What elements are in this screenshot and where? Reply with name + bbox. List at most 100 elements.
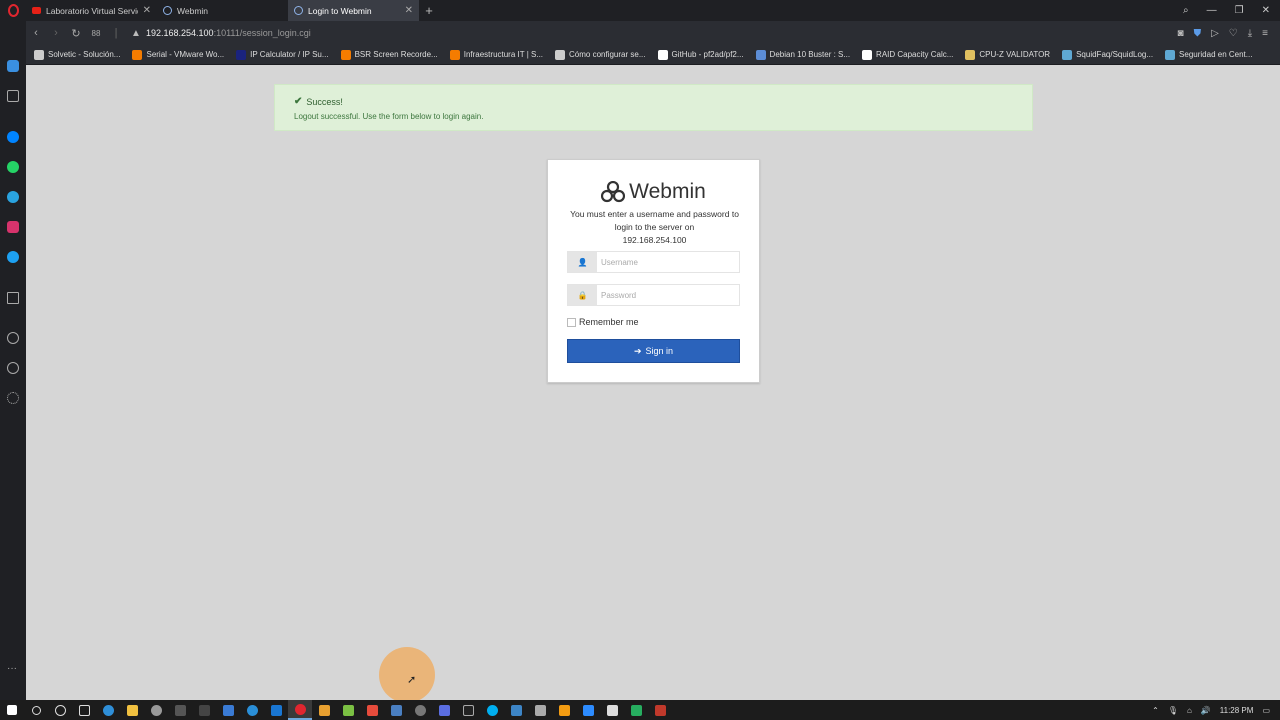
network-icon[interactable]: ⌂ (1187, 706, 1192, 715)
outlook-icon[interactable] (264, 700, 288, 720)
search-icon[interactable] (24, 700, 48, 720)
app-icon[interactable] (240, 700, 264, 720)
bookmark-item[interactable]: BSR Screen Recorde... (340, 49, 438, 60)
minimize-icon[interactable]: — (1207, 5, 1217, 16)
bookmark-item[interactable]: Cómo configurar se... (555, 49, 646, 60)
username-input[interactable] (597, 252, 739, 272)
tab-webmin[interactable]: Webmin (157, 0, 288, 21)
bookmark-favicon-icon (755, 49, 766, 60)
back-icon[interactable]: ‹ (26, 27, 46, 39)
start-icon[interactable] (0, 700, 24, 720)
tab-laboratorio[interactable]: Laboratorio Virtual Servidor ✕ (26, 0, 157, 21)
password-input[interactable] (597, 285, 739, 305)
forward-icon[interactable]: › (46, 27, 66, 39)
app-icon[interactable] (624, 700, 648, 720)
opera-taskbar-icon[interactable] (288, 700, 312, 720)
whatsapp-icon[interactable] (7, 161, 19, 173)
bookmark-favicon-icon (555, 49, 566, 60)
app-icon[interactable] (648, 700, 672, 720)
twitter-icon[interactable] (7, 251, 19, 263)
microphone-icon[interactable]: 🎙 (1168, 706, 1178, 715)
app-icon[interactable] (528, 700, 552, 720)
bookmark-label: Infraestructura IT | S... (463, 50, 544, 59)
app-icon[interactable] (312, 700, 336, 720)
bookmark-item[interactable]: GitHub - pf2ad/pf2... (657, 49, 744, 60)
bookmark-favicon-icon (340, 49, 351, 60)
menu-icon[interactable]: ≡ (1262, 28, 1268, 39)
task-view-icon[interactable] (72, 700, 96, 720)
app-icon[interactable] (600, 700, 624, 720)
close-tab-icon[interactable]: ✕ (143, 5, 151, 16)
store-icon[interactable] (192, 700, 216, 720)
app-icon[interactable] (360, 700, 384, 720)
clock[interactable]: 11:28 PM (1220, 706, 1254, 715)
reload-icon[interactable]: ↻ (66, 27, 86, 40)
sign-in-button[interactable]: ➔ Sign in (567, 339, 740, 363)
chevron-up-icon[interactable]: ⌃ (1152, 706, 1159, 715)
notifications-icon[interactable]: ▭ (1262, 706, 1270, 715)
bookmarks-icon[interactable] (7, 90, 19, 102)
send-icon[interactable] (7, 292, 19, 304)
app-icon[interactable] (408, 700, 432, 720)
telegram-icon[interactable] (7, 191, 19, 203)
heart-icon[interactable] (7, 332, 19, 344)
history-icon[interactable] (7, 362, 19, 374)
url-path: :10111/session_login.cgi (213, 28, 311, 38)
heart-icon[interactable]: ♡ (1229, 28, 1238, 39)
skype-icon[interactable] (480, 700, 504, 720)
calculator-icon[interactable] (168, 700, 192, 720)
bookmark-item[interactable]: IP Calculator / IP Su... (236, 49, 329, 60)
tabs-grid-icon[interactable]: 88 (86, 29, 106, 38)
opera-menu-icon[interactable] (0, 0, 26, 21)
shield-icon[interactable]: ⛊ (1194, 28, 1202, 39)
user-icon: 👤 (568, 252, 597, 272)
bookmark-item[interactable]: Debian 10 Buster : S... (755, 49, 850, 60)
alert-title-text: Success! (306, 96, 343, 107)
terminal-icon[interactable] (456, 700, 480, 720)
webmin-icon (294, 6, 303, 15)
play-icon[interactable]: ▷ (1211, 28, 1219, 39)
bookmark-item[interactable]: Infraestructura IT | S... (449, 49, 544, 60)
warning-icon[interactable]: ▲ (126, 28, 146, 39)
cortana-icon[interactable] (48, 700, 72, 720)
remember-me-label: Remember me (579, 317, 639, 327)
restore-icon[interactable]: ❐ (1235, 5, 1244, 16)
speed-dial-icon[interactable] (7, 60, 19, 72)
volume-icon[interactable]: 🔊 (1201, 706, 1211, 715)
sign-in-icon: ➔ (633, 345, 642, 356)
bookmark-item[interactable]: SquidFaq/SquidLog... (1062, 49, 1153, 60)
new-tab-button[interactable]: + (419, 3, 439, 18)
remember-me-checkbox[interactable] (567, 317, 576, 327)
app-icon[interactable] (216, 700, 240, 720)
more-icon[interactable]: ··· (7, 664, 19, 674)
search-tabs-icon[interactable]: ⌕ (1183, 5, 1189, 16)
remember-me[interactable]: Remember me (567, 317, 639, 327)
bookmarks-bar: Solvetic - Solución... Serial - VMware Wo… (26, 45, 1280, 65)
settings-icon[interactable] (144, 700, 168, 720)
bookmark-item[interactable]: CPU-Z VALIDATOR (965, 49, 1050, 60)
virtualbox-icon[interactable] (384, 700, 408, 720)
zoom-icon[interactable] (576, 700, 600, 720)
app-icon[interactable] (504, 700, 528, 720)
app-icon[interactable] (432, 700, 456, 720)
bookmark-item[interactable]: Solvetic - Solución... (34, 49, 120, 60)
app-icon[interactable] (336, 700, 360, 720)
edge-icon[interactable] (96, 700, 120, 720)
url-field[interactable]: 192.168.254.100:10111/session_login.cgi (146, 28, 311, 38)
bookmark-item[interactable]: Serial - VMware Wo... (132, 49, 224, 60)
close-tab-icon[interactable]: ✕ (405, 5, 413, 16)
instagram-icon[interactable] (7, 221, 19, 233)
download-icon[interactable]: ⤓ (1248, 28, 1252, 39)
tab-login-webmin[interactable]: Login to Webmin ✕ (288, 0, 419, 21)
bookmark-item[interactable]: RAID Capacity Calc... (862, 49, 953, 60)
window-controls: ⌕ — ❐ ✕ (1183, 5, 1280, 16)
file-explorer-icon[interactable] (120, 700, 144, 720)
alert-title: ✔ Success! (294, 96, 1013, 107)
bookmark-item[interactable]: Seguridad en Cent... (1165, 49, 1252, 60)
bookmark-favicon-icon (657, 49, 668, 60)
messenger-icon[interactable] (7, 131, 19, 143)
app-icon[interactable] (552, 700, 576, 720)
close-window-icon[interactable]: ✕ (1262, 5, 1270, 16)
settings-icon[interactable] (7, 392, 19, 404)
camera-icon[interactable]: ◙ (1178, 28, 1184, 39)
